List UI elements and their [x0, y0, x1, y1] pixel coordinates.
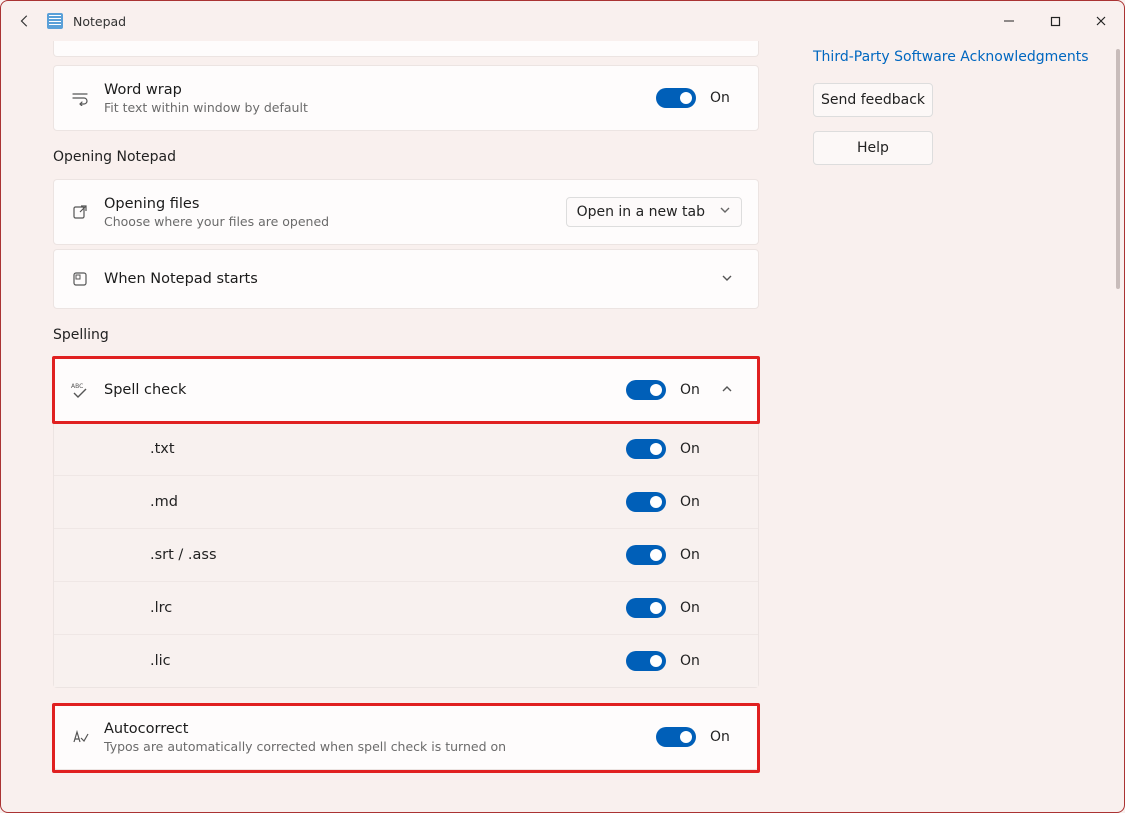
ext-label: .srt / .ass	[102, 547, 626, 563]
ext-row-lrc: .lrc On	[54, 581, 758, 634]
help-button[interactable]: Help	[813, 131, 933, 165]
ext-row-txt: .txt On	[54, 423, 758, 475]
opening-files-card[interactable]: Opening files Choose where your files ar…	[53, 179, 759, 245]
autocorrect-card[interactable]: Autocorrect Typos are automatically corr…	[53, 704, 759, 770]
scrollbar[interactable]	[1116, 49, 1120, 804]
settings-side: Third-Party Software Acknowledgments Sen…	[813, 41, 1089, 812]
ext-state: On	[680, 547, 712, 563]
word-wrap-sub: Fit text within window by default	[104, 100, 656, 115]
autocorrect-state: On	[710, 729, 742, 745]
spell-check-subitems: .txt On .md On .srt / .ass On .lrc On	[53, 423, 759, 688]
spell-check-state: On	[680, 382, 712, 398]
when-starts-icon	[70, 271, 90, 287]
ext-row-md: .md On	[54, 475, 758, 528]
spell-check-icon: ABC	[70, 381, 90, 399]
scrollbar-thumb[interactable]	[1116, 49, 1120, 289]
autocorrect-toggle[interactable]	[656, 727, 696, 747]
ext-state: On	[680, 494, 712, 510]
send-feedback-button[interactable]: Send feedback	[813, 83, 933, 117]
ext-toggle-lrc[interactable]	[626, 598, 666, 618]
settings-main: Word wrap Fit text within window by defa…	[1, 41, 813, 812]
ext-label: .txt	[102, 441, 626, 457]
close-button[interactable]	[1078, 1, 1124, 41]
spelling-section-header: Spelling	[53, 327, 813, 343]
opening-section-header: Opening Notepad	[53, 149, 813, 165]
svg-text:ABC: ABC	[71, 383, 83, 390]
word-wrap-state: On	[710, 90, 742, 106]
chevron-down-icon	[719, 204, 731, 220]
ext-row-srt: .srt / .ass On	[54, 528, 758, 581]
autocorrect-sub: Typos are automatically corrected when s…	[104, 739, 656, 754]
word-wrap-card[interactable]: Word wrap Fit text within window by defa…	[53, 65, 759, 131]
autocorrect-title: Autocorrect	[104, 721, 656, 737]
spell-check-card[interactable]: ABC Spell check On	[53, 357, 759, 423]
ext-toggle-md[interactable]	[626, 492, 666, 512]
spell-check-title: Spell check	[104, 382, 626, 398]
opening-files-dropdown[interactable]: Open in a new tab	[566, 197, 742, 227]
ext-label: .lrc	[102, 600, 626, 616]
ext-state: On	[680, 441, 712, 457]
word-wrap-icon	[70, 90, 90, 106]
collapse-spell-check[interactable]	[712, 381, 742, 400]
third-party-link[interactable]: Third-Party Software Acknowledgments	[813, 47, 1089, 83]
titlebar: Notepad	[1, 1, 1124, 41]
window-controls	[986, 1, 1124, 41]
dropdown-value: Open in a new tab	[577, 204, 705, 220]
ext-state: On	[680, 600, 712, 616]
word-wrap-toggle[interactable]	[656, 88, 696, 108]
ext-toggle-srt[interactable]	[626, 545, 666, 565]
autocorrect-icon	[70, 728, 90, 746]
expand-when-starts[interactable]	[712, 270, 742, 289]
ext-toggle-lic[interactable]	[626, 651, 666, 671]
spell-check-toggle[interactable]	[626, 380, 666, 400]
ext-label: .lic	[102, 653, 626, 669]
open-files-icon	[70, 204, 90, 220]
maximize-button[interactable]	[1032, 1, 1078, 41]
previous-card-bottom	[53, 41, 759, 57]
back-button[interactable]	[9, 5, 41, 37]
minimize-button[interactable]	[986, 1, 1032, 41]
when-starts-title: When Notepad starts	[104, 271, 712, 287]
opening-files-title: Opening files	[104, 196, 566, 212]
opening-files-sub: Choose where your files are opened	[104, 214, 566, 229]
ext-row-lic: .lic On	[54, 634, 758, 687]
when-starts-card[interactable]: When Notepad starts	[53, 249, 759, 309]
ext-state: On	[680, 653, 712, 669]
word-wrap-title: Word wrap	[104, 82, 656, 98]
notepad-app-icon	[47, 13, 63, 29]
ext-label: .md	[102, 494, 626, 510]
app-title: Notepad	[73, 14, 126, 29]
ext-toggle-txt[interactable]	[626, 439, 666, 459]
